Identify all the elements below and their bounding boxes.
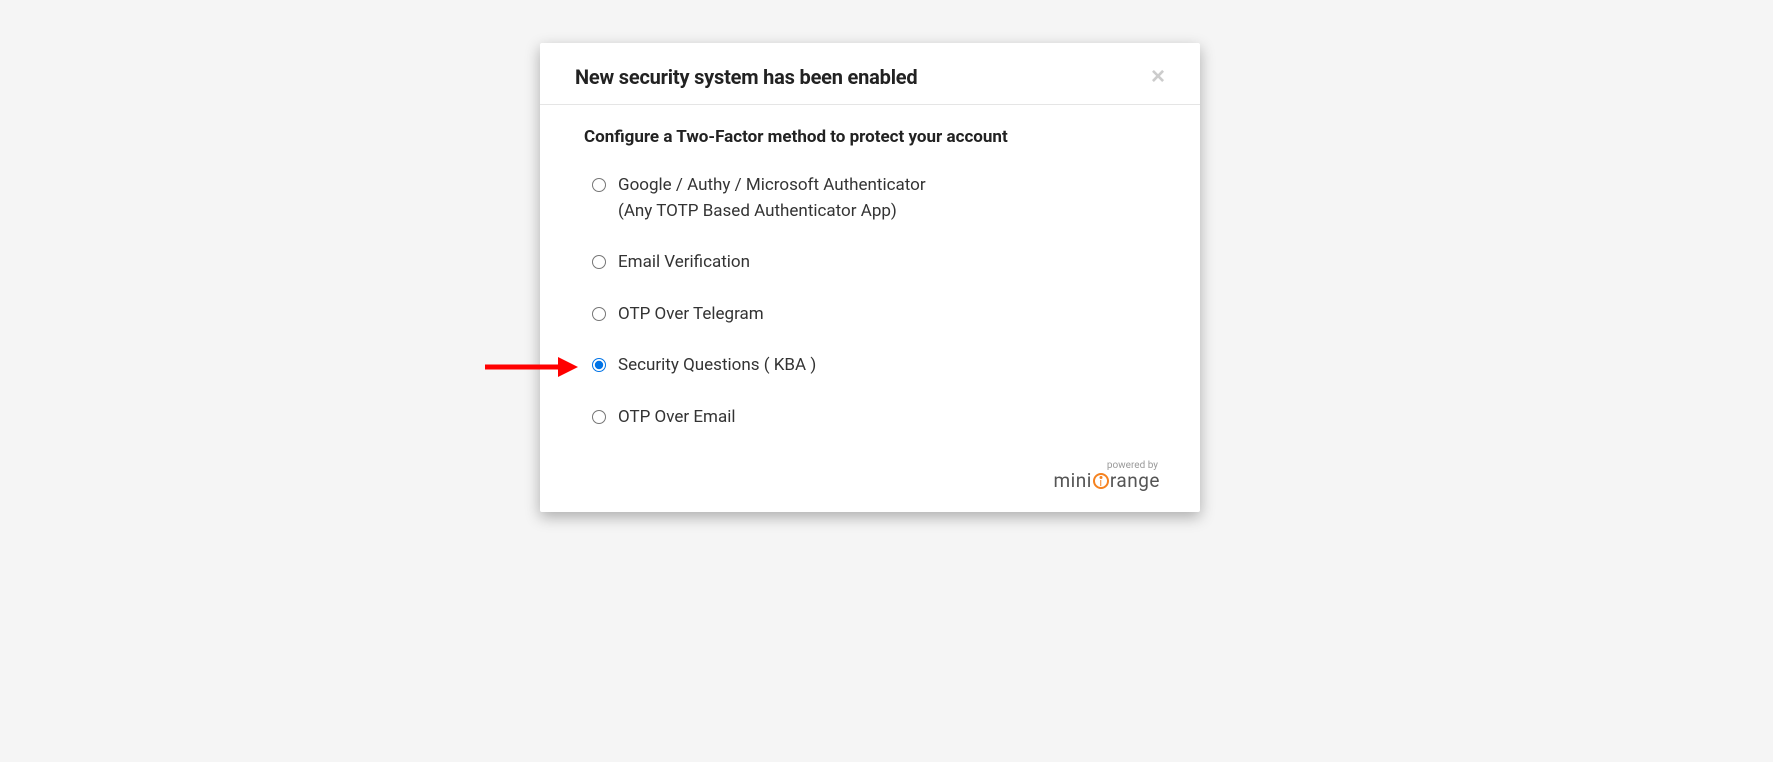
close-button[interactable]: × [1151,65,1165,89]
radio-authenticator-app[interactable] [592,178,606,192]
radio-email-verification[interactable] [592,255,606,269]
option-label[interactable]: Security Questions ( KBA ) [618,353,816,379]
miniorange-logo: mini range [1053,469,1160,492]
option-security-questions: Security Questions ( KBA ) [584,353,1165,379]
modal-subtitle: Configure a Two-Factor method to protect… [584,127,1165,147]
option-label[interactable]: OTP Over Telegram [618,302,764,328]
option-otp-email: OTP Over Email [584,405,1165,431]
radio-otp-telegram[interactable] [592,307,606,321]
radio-security-questions[interactable] [592,358,606,372]
logo-prefix: mini [1053,469,1091,492]
two-factor-options-list: Google / Authy / Microsoft Authenticator… [584,173,1165,430]
modal-header: New security system has been enabled × [540,43,1200,105]
orange-icon [1093,473,1109,489]
option-label-text: Google / Authy / Microsoft Authenticator [618,175,926,195]
option-email-verification: Email Verification [584,250,1165,276]
radio-otp-email[interactable] [592,410,606,424]
option-sublabel-text: (Any TOTP Based Authenticator App) [618,199,926,225]
footer-branding: powered by minirange [584,450,1165,492]
option-label[interactable]: OTP Over Email [618,405,735,431]
option-authenticator-app: Google / Authy / Microsoft Authenticator… [584,173,1165,224]
modal-title: New security system has been enabled [575,65,917,89]
two-factor-modal: New security system has been enabled × C… [540,43,1200,512]
modal-body: Configure a Two-Factor method to protect… [540,105,1200,512]
logo-suffix: range [1110,469,1160,492]
option-label[interactable]: Email Verification [618,250,750,276]
option-otp-telegram: OTP Over Telegram [584,302,1165,328]
option-label[interactable]: Google / Authy / Microsoft Authenticator… [618,173,926,224]
